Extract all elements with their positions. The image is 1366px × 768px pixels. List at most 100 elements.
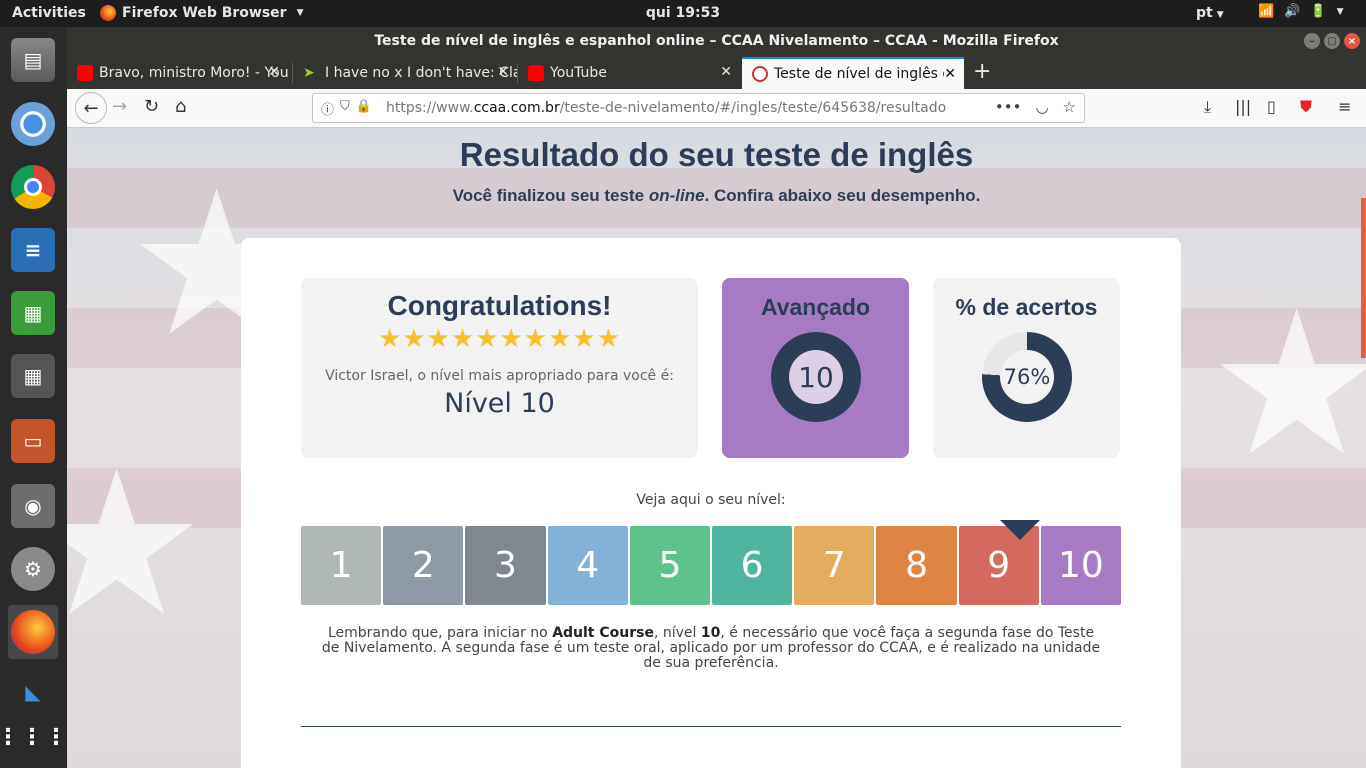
language-menu[interactable]: pt ▼	[1196, 5, 1224, 21]
wifi-icon: 📶	[1258, 4, 1275, 19]
chrome-icon	[11, 165, 55, 209]
chevron-down-icon: ▼	[296, 8, 304, 18]
back-button[interactable]: ←	[75, 92, 107, 124]
close-tab-icon[interactable]: ✕	[720, 64, 732, 80]
activities-button[interactable]: Activities	[12, 5, 86, 21]
forward-button[interactable]: →	[112, 96, 127, 117]
subtitle-text: Você finalizou seu teste	[452, 186, 649, 205]
dock-calc[interactable]: ▦	[8, 286, 58, 340]
dock-chrome[interactable]	[8, 160, 58, 214]
close-tab-icon[interactable]: ✕	[497, 64, 509, 80]
level-donut: 10	[771, 332, 861, 422]
dock-files[interactable]: ▤	[8, 33, 58, 87]
settings-icon: ⚙	[11, 547, 55, 591]
level-scale: 1 2 3 4 5 6 7 8 9 10	[301, 526, 1122, 605]
window-title: Teste de nível de inglês e espanhol onli…	[374, 33, 1059, 49]
level-5: 5	[629, 526, 711, 605]
subtitle-text: . Confira abaixo seu desempenho.	[704, 186, 981, 205]
tab-label: Teste de nível de inglês e espanhol	[774, 66, 944, 82]
chevron-down-icon: ▼	[1216, 10, 1224, 20]
ccaa-icon	[752, 66, 768, 82]
pocket-icon[interactable]: ◡	[1035, 98, 1048, 116]
minimize-button[interactable]: –	[1304, 33, 1320, 49]
file-cabinet-icon: ▤	[11, 38, 55, 82]
stars-rating: ★★★★★★★★★★	[377, 324, 622, 354]
maximize-button[interactable]: ▢	[1324, 33, 1340, 49]
tab-label: Bravo, ministro Moro! - YouTube	[99, 65, 288, 81]
dock-chromium[interactable]	[8, 97, 58, 151]
calculator-icon: ▦	[11, 354, 55, 398]
level-1: 1	[301, 526, 382, 605]
arrow-right-icon: →	[112, 96, 128, 117]
reload-button[interactable]: ↻	[144, 96, 159, 117]
level-result: Nível 10	[444, 388, 555, 419]
arrow-icon: ➤	[303, 65, 315, 81]
document-icon: ≡	[11, 228, 55, 272]
gnome-top-bar: Activities Firefox Web Browser ▼ qui 19:…	[0, 0, 1366, 27]
note-text: Lembrando que, para iniciar no	[327, 625, 553, 641]
close-tab-icon[interactable]: ✕	[268, 64, 280, 80]
percent-box: % de acertos 76%	[933, 278, 1120, 458]
shield-icon[interactable]: ⛉	[340, 99, 350, 118]
url-bar[interactable]: ⓘ ⛉ 🔒 https://www.ccaa.com.br/teste-de-n…	[312, 93, 1085, 123]
tab-clarify[interactable]: ➤ I have no x I don't have: Clarify ✕	[293, 57, 517, 89]
show-applications-button[interactable]: ⋮⋮⋮	[0, 710, 69, 764]
close-window-button[interactable]: ×	[1344, 33, 1360, 49]
level-3: 3	[465, 526, 546, 605]
background-star-icon: ★	[67, 428, 207, 661]
app-grid-icon: ⋮⋮⋮	[0, 724, 69, 750]
clock[interactable]: qui 19:53	[646, 5, 720, 21]
youtube-icon	[77, 65, 93, 81]
bookmark-star-icon[interactable]: ☆	[1063, 98, 1076, 116]
library-icon[interactable]: |||	[1235, 97, 1251, 116]
new-tab-button[interactable]: +	[973, 59, 991, 84]
app-menu[interactable]: Firefox Web Browser ▼	[100, 5, 304, 21]
advanced-box: Avançado 10	[722, 278, 909, 458]
spreadsheet-icon: ▦	[11, 291, 55, 335]
dock-gimp[interactable]: ◉	[8, 479, 58, 533]
tab-youtube-moro[interactable]: Bravo, ministro Moro! - YouTube ✕	[67, 57, 288, 89]
info-icon[interactable]: ⓘ	[321, 99, 334, 118]
level-8: 8	[876, 526, 957, 605]
tab-ccaa[interactable]: Teste de nível de inglês e espanhol ✕	[742, 57, 964, 89]
level-2: 2	[383, 526, 464, 605]
dock-firefox[interactable]	[8, 605, 58, 659]
dock-settings[interactable]: ⚙	[8, 542, 58, 596]
close-tab-icon[interactable]: ✕	[944, 66, 956, 82]
battery-icon: 🔋	[1310, 4, 1327, 19]
page-title: Resultado do seu teste de inglês	[459, 136, 974, 173]
sidebar-icon[interactable]: ▯	[1267, 97, 1276, 116]
tab-label: I have no x I don't have: Clarify	[325, 65, 517, 81]
scrollbar-thumb[interactable]	[1361, 198, 1366, 358]
tab-bar: Bravo, ministro Moro! - YouTube ✕ ➤ I ha…	[67, 55, 1366, 89]
page-actions-icon[interactable]: •••	[995, 98, 1022, 116]
dock-calculator[interactable]: ▦	[8, 349, 58, 403]
reload-icon: ↻	[144, 96, 160, 117]
note-course: Adult Course	[552, 625, 654, 641]
level-7: 7	[794, 526, 875, 605]
congrats-text: Victor Israel, o nível mais apropriado p…	[325, 368, 674, 384]
percent-title: % de acertos	[955, 294, 1098, 320]
percent-donut: 76%	[982, 332, 1072, 422]
percent-donut-value: 76%	[1000, 350, 1054, 404]
lock-icon[interactable]: 🔒	[356, 99, 372, 118]
current-level-pointer-icon	[1000, 520, 1040, 540]
dock-impress[interactable]: ▭	[8, 414, 58, 468]
background-star-icon: ★	[1207, 268, 1366, 501]
hamburger-menu-icon[interactable]: ≡	[1338, 97, 1351, 116]
home-button[interactable]: ⌂	[175, 96, 186, 117]
vscode-icon: ◣	[25, 680, 41, 704]
system-tray[interactable]: 📶 🔊 🔋 ▼	[1258, 4, 1343, 19]
ublock-shield-icon[interactable]: ⛊	[1300, 97, 1312, 117]
web-page: ★ ★ ★ Resultado do seu teste de inglês V…	[67, 128, 1366, 768]
window-titlebar: Teste de nível de inglês e espanhol onli…	[67, 27, 1366, 55]
subtitle-emphasis: on-line	[648, 186, 705, 205]
tab-youtube[interactable]: YouTube ✕	[518, 57, 740, 89]
downloads-icon[interactable]: ⤓	[1204, 97, 1211, 117]
next-step-note: Lembrando que, para iniciar no Adult Cou…	[321, 626, 1101, 671]
dock-writer[interactable]: ≡	[8, 223, 58, 277]
dock: ▤ ≡ ▦ ▦ ▭ ◉ ⚙ ◣ ⋮⋮⋮	[0, 27, 67, 768]
firefox-icon	[100, 5, 116, 21]
url-text[interactable]: https://www.ccaa.com.br/teste-de-nivelam…	[386, 100, 946, 116]
firefox-icon	[11, 610, 55, 654]
